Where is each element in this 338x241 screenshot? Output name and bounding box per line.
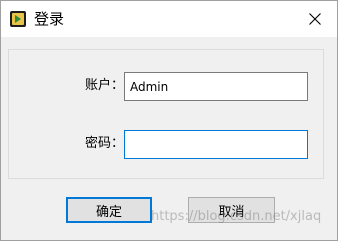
form-group-frame — [8, 49, 324, 179]
cancel-button[interactable]: 取消 — [188, 197, 275, 223]
password-input[interactable] — [124, 130, 308, 159]
application-icon — [9, 10, 27, 28]
login-dialog: 登录 账户： 密码： 确定 取消 https://blog.csdn.net/x… — [0, 0, 338, 241]
password-label: 密码： — [85, 136, 125, 151]
ok-button[interactable]: 确定 — [66, 197, 152, 223]
account-label: 账户： — [85, 78, 125, 93]
close-button[interactable] — [293, 1, 337, 37]
title-bar[interactable]: 登录 — [1, 1, 337, 37]
window-title: 登录 — [34, 10, 65, 28]
close-icon — [309, 13, 321, 25]
account-input[interactable] — [124, 72, 308, 101]
